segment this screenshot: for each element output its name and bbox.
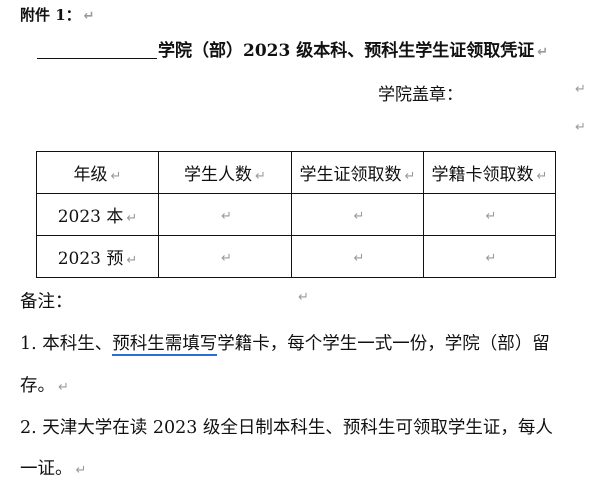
cell-mark-icon: ↵ bbox=[353, 250, 365, 266]
note-text: 学籍卡，每个学生一式一份，学院（部）留 bbox=[217, 334, 550, 354]
cell-mark-icon: ↵ bbox=[536, 169, 548, 184]
table-row: 2023 预 ↵ ↵ ↵ ↵ bbox=[36, 235, 556, 278]
header-text: 学生人数 bbox=[184, 165, 253, 185]
receipt-table: 年级 ↵ 学生人数 ↵ 学生证领取数 ↵ 学籍卡领取数 ↵ 2023 本 ↵ ↵ ↵ ↵ … bbox=[36, 151, 556, 278]
record-card-count-cell[interactable]: ↵ bbox=[423, 235, 556, 278]
cell-mark-icon: ↵ bbox=[221, 208, 232, 224]
record-card-count-cell[interactable]: ↵ bbox=[423, 193, 556, 236]
header-cell: 学生证领取数 ↵ bbox=[291, 151, 424, 194]
document-title: 学院（部）2023 级本科、预科生学生证领取凭证 ↵ bbox=[158, 36, 548, 61]
paragraph-mark-icon: ↵ bbox=[575, 120, 586, 135]
header-cell: 学生人数 ↵ bbox=[158, 151, 292, 194]
note-item-1-continued: 存。 ↵ bbox=[20, 372, 69, 397]
grade-cell: 2023 预 ↵ bbox=[36, 235, 159, 278]
paragraph-mark-icon: ↵ bbox=[83, 9, 95, 24]
title-text: 学院（部）2023 级本科、预科生学生证领取凭证 bbox=[158, 41, 535, 61]
cell-mark-icon: ↵ bbox=[110, 169, 122, 184]
cell-mark-icon: ↵ bbox=[126, 253, 138, 268]
cell-mark-icon: ↵ bbox=[485, 250, 497, 266]
cell-mark-icon: ↵ bbox=[353, 208, 365, 224]
notes-label: 备注： bbox=[20, 292, 73, 312]
annex-label: 附件 1： ↵ bbox=[20, 4, 95, 25]
grammar-underlined-text[interactable]: 预科生需填写 bbox=[112, 334, 218, 356]
id-card-count-cell[interactable]: ↵ bbox=[291, 193, 424, 236]
note-item-2-continued: 一证。 ↵ bbox=[20, 455, 86, 480]
id-card-count-cell[interactable]: ↵ bbox=[291, 235, 424, 278]
cell-mark-icon: ↵ bbox=[255, 169, 266, 184]
header-text: 学生证领取数 bbox=[299, 165, 402, 185]
header-text: 年级 bbox=[73, 165, 108, 185]
cell-mark-icon: ↵ bbox=[221, 250, 232, 266]
table-row: 2023 本 ↵ ↵ ↵ ↵ bbox=[36, 193, 556, 236]
cell-mark-icon: ↵ bbox=[485, 208, 497, 224]
annex-text: 附件 1： bbox=[20, 6, 81, 24]
student-count-cell[interactable]: ↵ bbox=[158, 193, 292, 236]
grade-text: 2023 预 bbox=[57, 249, 124, 269]
header-text: 学籍卡领取数 bbox=[431, 165, 534, 185]
cell-mark-icon: ↵ bbox=[126, 211, 138, 226]
paragraph-mark-icon: ↵ bbox=[75, 463, 87, 478]
note-item-1: 1. 本科生、预科生需填写学籍卡，每个学生一式一份，学院（部）留 bbox=[20, 330, 550, 356]
table-header-row: 年级 ↵ 学生人数 ↵ 学生证领取数 ↵ 学籍卡领取数 ↵ bbox=[36, 151, 556, 194]
note-item-2: 2. 天津大学在读 2023 级全日制本科生、预科生可领取学生证，每人 bbox=[20, 418, 553, 438]
paragraph-mark-icon: ↵ bbox=[537, 45, 549, 60]
note-text: 一证。 bbox=[20, 459, 73, 479]
grade-cell: 2023 本 ↵ bbox=[36, 193, 159, 236]
note-text: 1. 本科生、 bbox=[20, 334, 113, 354]
cell-mark-icon: ↵ bbox=[404, 169, 416, 184]
header-cell: 学籍卡领取数 ↵ bbox=[423, 151, 556, 194]
note-text: 存。 bbox=[20, 376, 55, 396]
header-cell: 年级 ↵ bbox=[36, 151, 159, 194]
grade-text: 2023 本 bbox=[57, 207, 124, 227]
paragraph-mark-icon: ↵ bbox=[58, 380, 69, 395]
seal-label: 学院盖章： bbox=[378, 85, 463, 105]
paragraph-mark-icon: ↵ bbox=[298, 290, 309, 305]
paragraph-mark-icon: ↵ bbox=[575, 82, 586, 97]
student-count-cell[interactable]: ↵ bbox=[158, 235, 292, 278]
fill-in-blank-line[interactable] bbox=[37, 58, 157, 59]
